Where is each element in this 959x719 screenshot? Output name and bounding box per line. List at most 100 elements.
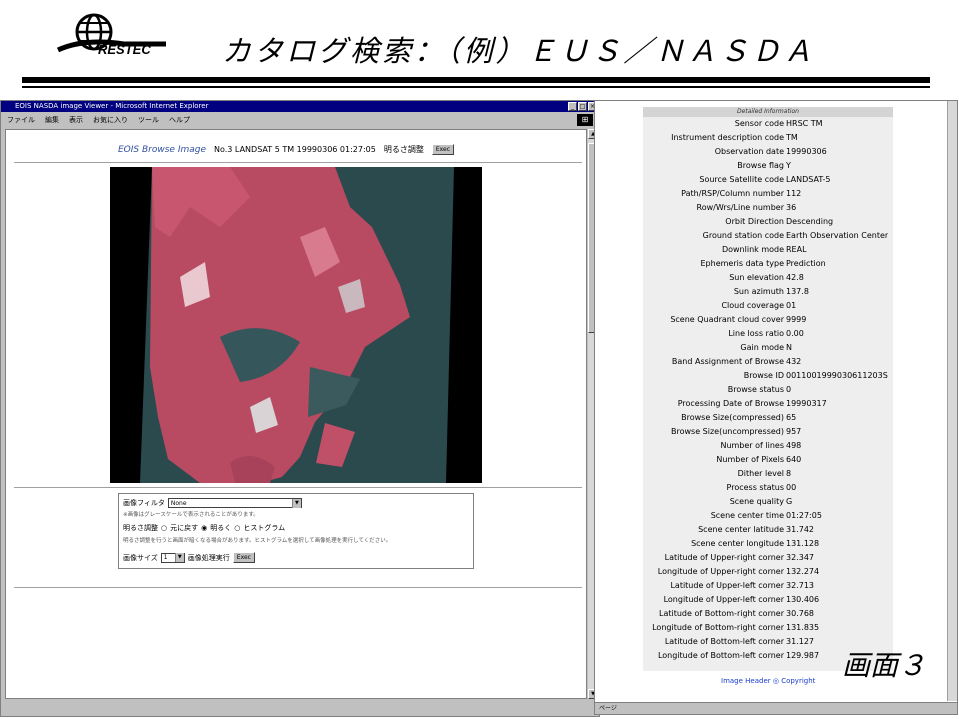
metadata-value: 131.128 [786,539,820,548]
maximize-icon[interactable]: □ [578,102,587,111]
table-row: Number of Pixels 640 [643,453,893,467]
radio-reset-icon[interactable]: ○ [161,524,167,532]
metadata-label: Longitude of Bottom-left corner [657,651,784,660]
divider [14,487,582,488]
table-row: Gain mode N [643,341,893,355]
radio-bright-label: 明るく [210,524,232,532]
metadata-label: Row/Wrs/Line number [696,203,784,212]
metadata-value: Prediction [786,259,826,268]
footer-links[interactable]: Image Header ◎ Copyright [721,677,815,685]
table-row: Ground station code Earth Observation Cen… [643,229,893,243]
table-row: Line loss ratio 0.00 [643,327,893,341]
metadata-scrollbar[interactable] [947,101,957,701]
filter-select[interactable]: None ▼ [167,498,302,508]
metadata-value: 19990306 [786,147,827,156]
metadata-label: Downlink mode [721,245,784,254]
table-row: Orbit Direction Descending [643,215,893,229]
metadata-value: 00 [786,483,797,492]
metadata-value: 640 [786,455,802,464]
table-row: Longitude of Upper-left corner 130.406 [643,593,893,607]
adjust-row: 明るさ調整 ○ 元に戻す ◉ 明るく ○ ヒストグラム [123,523,285,533]
menu-file[interactable]: ファイル [7,115,35,125]
title-rule-thin [22,86,930,88]
table-row: Downlink mode REAL [643,243,893,257]
metadata-label: Sun elevation [729,273,784,282]
chevron-down-icon[interactable]: ▼ [174,553,184,562]
browser-content: EOIS Browse Image No.3 LANDSAT 5 TM 1999… [5,129,587,699]
table-row: Scene center longitude 131.128 [643,537,893,551]
metadata-label: Browse status [727,385,784,394]
metadata-label: Browse Size(compressed) [681,413,784,422]
metadata-value: 32.713 [786,581,814,590]
metadata-label: Latitude of Bottom-right corner [658,609,784,618]
metadata-label: Band Assignment of Browse [671,357,784,366]
metadata-value: 498 [786,441,802,450]
metadata-value: 32.347 [786,553,814,562]
metadata-value: 0.00 [786,329,804,338]
metadata-value: 19990317 [786,399,827,408]
minimize-icon[interactable]: _ [568,102,577,111]
table-row: Sun azimuth 137.8 [643,285,893,299]
adjust-label: 明るさ調整 [123,524,158,532]
chevron-down-icon[interactable]: ▼ [291,498,301,508]
metadata-rows: Sensor code HRSC TM Instrument description… [643,117,893,663]
menu-view[interactable]: 表示 [69,115,83,125]
metadata-value: 957 [786,427,802,436]
header-exec-button[interactable]: Exec [431,144,455,155]
metadata-label: Ground station code [702,231,784,240]
table-row: Path/RSP/Column number 112 [643,187,893,201]
windows-flag-icon: ⊞ [577,114,593,126]
metadata-header: Detailed Information [643,107,893,117]
title-rule-thick [22,77,930,83]
metadata-label: Browse Size(uncompressed) [670,427,784,436]
metadata-label: Browse ID [743,371,784,380]
menu-edit[interactable]: 編集 [45,115,59,125]
metadata-label: Browse flag [737,161,784,170]
metadata-value: N [786,343,792,352]
table-row: Sun elevation 42.8 [643,271,893,285]
filter-note: ※画像はグレースケールで表示されることがあります。 [123,512,259,518]
page-header: EOIS Browse Image No.3 LANDSAT 5 TM 1999… [118,144,455,155]
adjust-note: 明るさ調整を行うと画面が暗くなる場合があります。ヒストグラムを選択して画像処理を… [123,538,392,544]
table-row: Observation date 19990306 [643,145,893,159]
metadata-label: Sun azimuth [733,287,784,296]
metadata-value: 65 [786,413,797,422]
metadata-label: Latitude of Bottom-left corner [664,637,784,646]
metadata-label: Dither level [737,469,784,478]
metadata-value: G [786,497,793,506]
size-row: 画像サイズ 1 ▼ 画像処理実行 Exec [123,552,255,563]
metadata-value: 01:27:05 [786,511,822,520]
radio-bright-icon[interactable]: ◉ [201,524,207,532]
table-row: Instrument description code TM [643,131,893,145]
page-title: EOIS Browse Image [118,144,207,155]
table-row: Dither level 8 [643,467,893,481]
metadata-label: Latitude of Upper-left corner [670,581,784,590]
metadata-label: Number of Pixels [716,455,784,464]
metadata-label: Longitude of Bottom-right corner [652,623,784,632]
table-row: Number of lines 498 [643,439,893,453]
metadata-label: Scene center longitude [691,539,784,548]
browser-title: EOIS NASDA image Viewer - Microsoft Inte… [15,102,209,110]
table-row: Browse Size(compressed) 65 [643,411,893,425]
browser-title-bar: EOIS NASDA image Viewer - Microsoft Inte… [1,101,599,112]
metadata-label: Longitude of Upper-left corner [663,595,784,604]
metadata-label: Latitude of Upper-right corner [664,553,784,562]
metadata-value: 112 [786,189,802,198]
menu-favorites[interactable]: お気に入り [93,115,128,125]
menu-tools[interactable]: ツール [138,115,159,125]
metadata-label: Scene center latitude [698,525,784,534]
status-bar: ページ [595,702,957,714]
divider [14,587,582,588]
radio-histogram-icon[interactable]: ○ [234,524,240,532]
menu-help[interactable]: ヘルプ [169,115,190,125]
process-exec-button[interactable]: Exec [232,552,255,563]
metadata-label: Gain mode [740,343,784,352]
metadata-value: 36 [786,203,797,212]
metadata-value: 31.127 [786,637,814,646]
logo-text: RESTEC [98,42,151,57]
table-row: Sensor code HRSC TM [643,117,893,131]
size-select[interactable]: 1 ▼ [160,552,185,563]
table-row: Band Assignment of Browse 432 [643,355,893,369]
process-label: 画像処理実行 [187,553,230,562]
restec-logo: RESTEC [56,13,166,57]
